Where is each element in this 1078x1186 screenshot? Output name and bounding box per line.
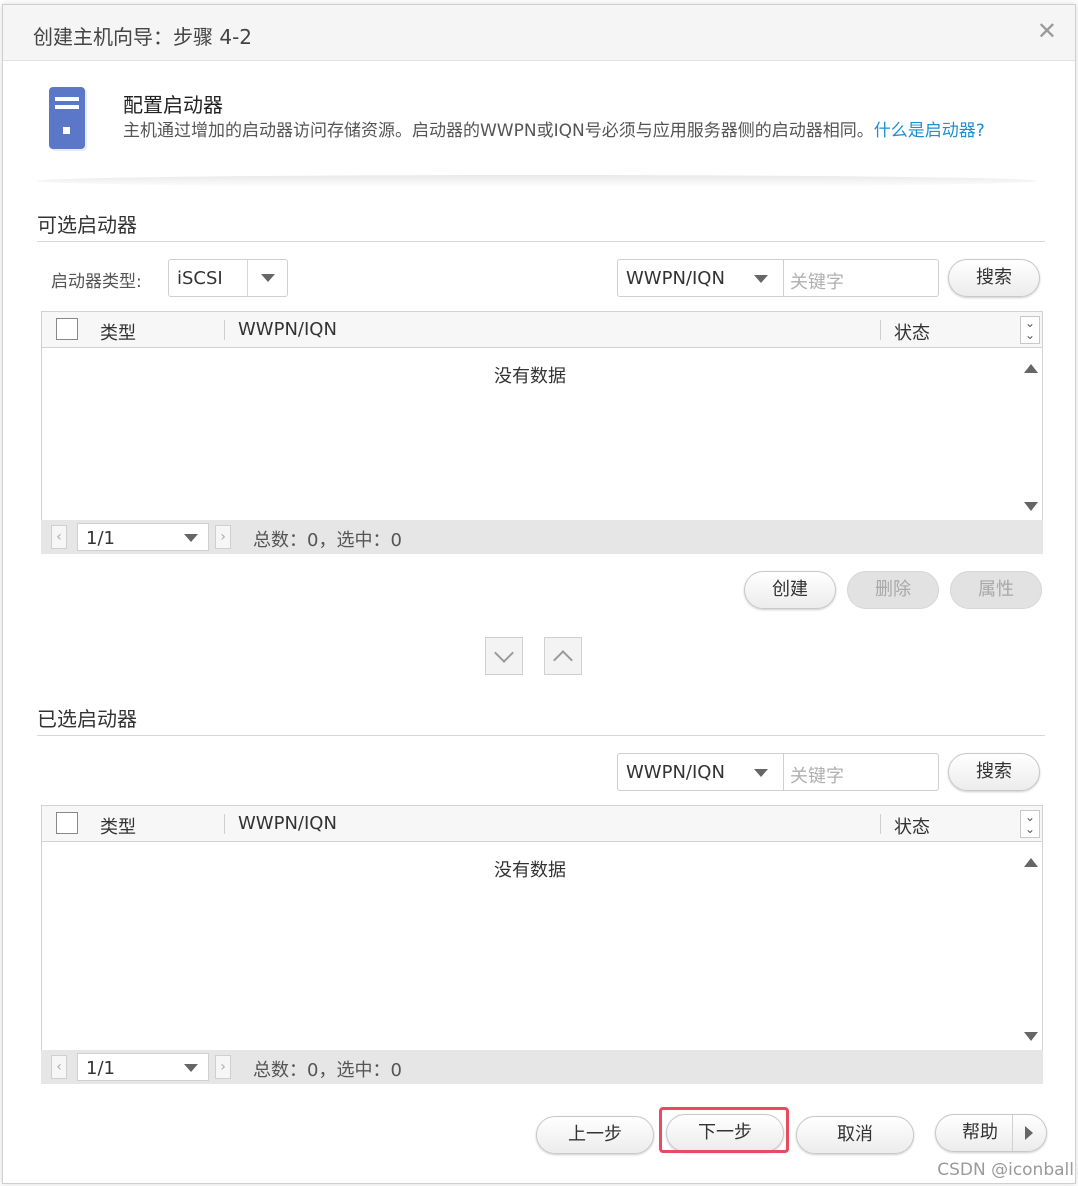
next-step-highlight xyxy=(659,1107,789,1153)
table-header: 类型 WWPN/IQN 状态 ⌄ ⌄ xyxy=(42,312,1042,348)
server-icon xyxy=(49,87,87,151)
empty-data-text: 没有数据 xyxy=(494,860,566,881)
close-icon[interactable]: ✕ xyxy=(1037,19,1057,43)
section-divider xyxy=(37,241,1045,242)
column-separator xyxy=(880,814,881,834)
column-separator xyxy=(224,320,225,340)
column-menu-icon[interactable]: ⌄ ⌄ xyxy=(1020,810,1040,838)
search-field-value: WWPN/IQN xyxy=(626,268,725,289)
scroll-down-icon[interactable] xyxy=(1024,1032,1038,1041)
search-placeholder: 关键字 xyxy=(790,272,844,293)
page-value: 1/1 xyxy=(86,1058,115,1079)
move-down-button[interactable] xyxy=(485,637,523,675)
dialog-title: 创建主机向导：步骤 4-2 xyxy=(33,25,253,49)
column-separator xyxy=(224,814,225,834)
column-separator xyxy=(880,320,881,340)
column-menu-icon[interactable]: ⌄ ⌄ xyxy=(1020,316,1040,344)
chevron-up-icon xyxy=(553,650,573,670)
chevron-down-icon xyxy=(754,769,768,777)
initiator-type-label: 启动器类型: xyxy=(51,272,142,292)
available-search-input[interactable]: 关键字 xyxy=(784,259,939,297)
description-text: 主机通过增加的启动器访问存储资源。启动器的WWPN或IQN号必须与应用服务器侧的… xyxy=(123,121,874,141)
title-bar: 创建主机向导：步骤 4-2 ✕ xyxy=(3,5,1075,61)
scroll-down-icon[interactable] xyxy=(1024,502,1038,511)
column-status[interactable]: 状态 xyxy=(894,813,930,839)
properties-button[interactable]: 属性 xyxy=(950,571,1042,609)
move-up-button[interactable] xyxy=(544,637,582,675)
initiator-type-value: iSCSI xyxy=(177,268,223,289)
next-page-icon[interactable]: › xyxy=(215,1055,231,1079)
create-host-wizard-dialog: 创建主机向导：步骤 4-2 ✕ 配置启动器 主机通过增加的启动器访问存储资源。启… xyxy=(2,4,1076,1184)
available-search-button[interactable]: 搜索 xyxy=(948,259,1040,297)
available-search-field-select[interactable]: WWPN/IQN xyxy=(617,259,784,297)
chevron-down-icon xyxy=(184,534,198,542)
chevron-down-icon xyxy=(261,274,275,282)
available-pager: ‹ 1/1 › 总数：0，选中：0 xyxy=(41,520,1043,554)
help-menu-button[interactable] xyxy=(1012,1115,1046,1151)
total-count: 总数：0，选中：0 xyxy=(253,1060,402,1081)
delete-button[interactable]: 删除 xyxy=(847,571,939,609)
what-is-initiator-link[interactable]: 什么是启动器? xyxy=(874,121,985,141)
available-initiators-title: 可选启动器 xyxy=(37,213,137,237)
column-status[interactable]: 状态 xyxy=(894,319,930,345)
step-header: 配置启动器 主机通过增加的启动器访问存储资源。启动器的WWPN或IQN号必须与应… xyxy=(3,61,1075,181)
selected-initiators-title: 已选启动器 xyxy=(37,707,137,731)
initiator-type-select[interactable]: iSCSI xyxy=(168,259,288,297)
selected-search-field-select[interactable]: WWPN/IQN xyxy=(617,753,784,791)
available-initiators-table: 类型 WWPN/IQN 状态 ⌄ ⌄ 没有数据 xyxy=(41,311,1043,521)
section-divider xyxy=(37,735,1045,736)
prev-page-icon[interactable]: ‹ xyxy=(51,1055,67,1079)
watermark: CSDN @iconball xyxy=(937,1160,1074,1180)
select-dropdown-button[interactable] xyxy=(247,260,287,296)
chevron-down-icon xyxy=(754,275,768,283)
table-header: 类型 WWPN/IQN 状态 ⌄ ⌄ xyxy=(42,806,1042,842)
previous-step-button[interactable]: 上一步 xyxy=(536,1116,654,1154)
column-wwpn-iqn[interactable]: WWPN/IQN xyxy=(238,319,337,340)
selected-pager: ‹ 1/1 › 总数：0，选中：0 xyxy=(41,1050,1043,1084)
selected-search-button[interactable]: 搜索 xyxy=(948,753,1040,791)
prev-page-icon[interactable]: ‹ xyxy=(51,525,67,549)
step-description: 主机通过增加的启动器访问存储资源。启动器的WWPN或IQN号必须与应用服务器侧的… xyxy=(123,119,1023,143)
select-all-checkbox[interactable] xyxy=(56,318,78,340)
column-wwpn-iqn[interactable]: WWPN/IQN xyxy=(238,813,337,834)
page-value: 1/1 xyxy=(86,528,115,549)
scroll-up-icon[interactable] xyxy=(1024,858,1038,867)
header-divider-shadow xyxy=(37,175,1037,187)
empty-data-text: 没有数据 xyxy=(494,366,566,387)
select-all-checkbox[interactable] xyxy=(56,812,78,834)
play-arrow-icon xyxy=(1025,1126,1033,1140)
page-select[interactable]: 1/1 xyxy=(77,1053,209,1081)
help-label: 帮助 xyxy=(962,1122,998,1143)
page-select[interactable]: 1/1 xyxy=(77,523,209,551)
help-button[interactable]: 帮助 xyxy=(935,1114,1047,1152)
chevron-down-icon xyxy=(494,643,514,663)
search-placeholder: 关键字 xyxy=(790,766,844,787)
column-type[interactable]: 类型 xyxy=(100,319,136,345)
selected-initiators-table: 类型 WWPN/IQN 状态 ⌄ ⌄ 没有数据 xyxy=(41,805,1043,1051)
step-title: 配置启动器 xyxy=(123,93,223,117)
next-page-icon[interactable]: › xyxy=(215,525,231,549)
chevron-down-icon xyxy=(184,1064,198,1072)
cancel-button[interactable]: 取消 xyxy=(796,1116,914,1154)
column-type[interactable]: 类型 xyxy=(100,813,136,839)
total-count: 总数：0，选中：0 xyxy=(253,530,402,551)
search-field-value: WWPN/IQN xyxy=(626,762,725,783)
scroll-up-icon[interactable] xyxy=(1024,364,1038,373)
create-button[interactable]: 创建 xyxy=(744,571,836,609)
selected-search-input[interactable]: 关键字 xyxy=(784,753,939,791)
